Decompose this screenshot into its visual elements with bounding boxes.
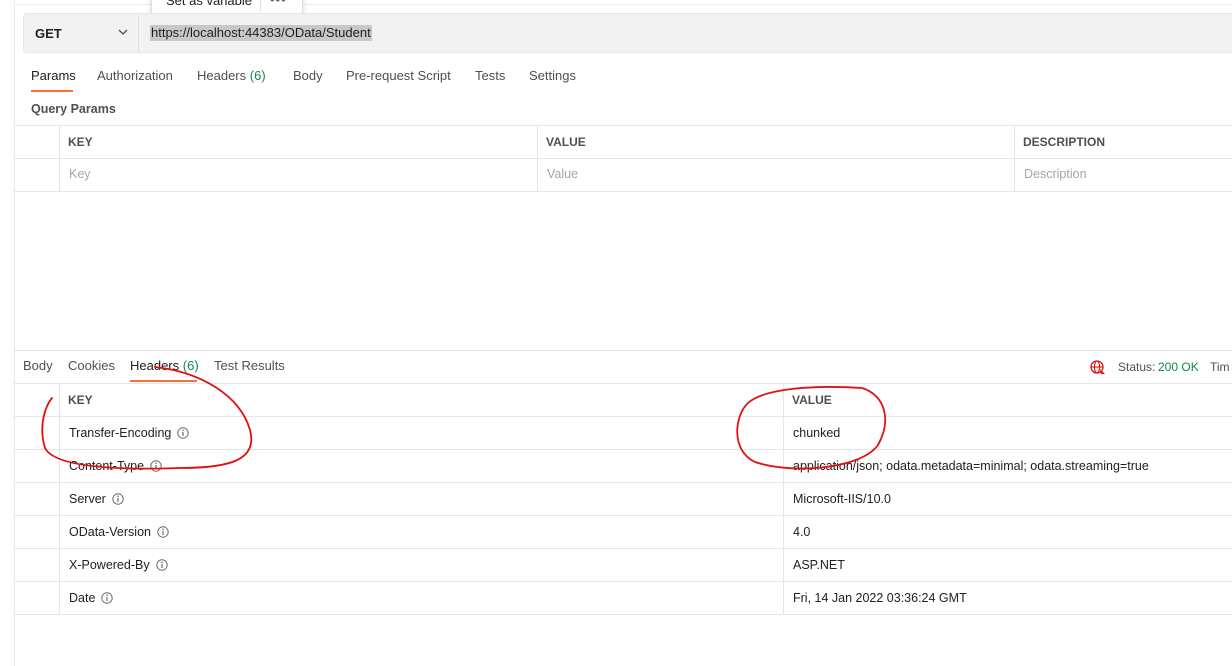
column-header-key: KEY <box>68 393 93 407</box>
tab-pre-request-script[interactable]: Pre-request Script <box>346 68 451 83</box>
table-row: X-Powered-By <box>69 558 168 572</box>
header-key: Transfer-Encoding <box>69 426 172 440</box>
table-border <box>14 614 1232 615</box>
request-url-bar: GET https://localhost:44383/OData/Studen… <box>23 13 1232 53</box>
info-icon[interactable] <box>177 427 190 439</box>
response-tab-test-results[interactable]: Test Results <box>214 358 285 373</box>
response-tab-body[interactable]: Body <box>23 358 53 373</box>
active-response-tab-indicator <box>130 380 197 382</box>
tab-label: Tests <box>475 68 506 83</box>
info-icon[interactable] <box>101 592 114 604</box>
status-value: 200 OK <box>1158 360 1199 374</box>
chevron-down-icon <box>118 29 128 35</box>
table-border <box>59 125 60 191</box>
tab-label: Pre-request Script <box>346 68 451 83</box>
column-header-key: KEY <box>68 135 93 149</box>
table-row: Transfer-Encoding <box>69 426 190 440</box>
left-sidebar-strip <box>0 0 15 666</box>
more-options-icon[interactable]: ••• <box>270 0 287 13</box>
globe-icon[interactable] <box>1090 359 1106 375</box>
tab-label: Body <box>293 68 323 83</box>
key-input[interactable]: Key <box>69 167 91 181</box>
response-tab-cookies[interactable]: Cookies <box>68 358 115 373</box>
table-row: Date <box>69 591 114 605</box>
tab-label: Headers <box>130 358 180 373</box>
table-border <box>14 482 1232 483</box>
status-label: Status: <box>1118 360 1156 374</box>
tab-tests[interactable]: Tests <box>475 68 505 83</box>
column-header-value: VALUE <box>546 135 586 149</box>
header-value: Fri, 14 Jan 2022 03:36:24 GMT <box>793 591 967 605</box>
time-label: Tim <box>1210 360 1230 374</box>
tab-label: Body <box>23 358 53 373</box>
column-header-description: DESCRIPTION <box>1023 135 1106 149</box>
table-border <box>14 416 1232 417</box>
table-border <box>14 515 1232 516</box>
header-value: chunked <box>793 426 841 440</box>
url-input[interactable]: https://localhost:44383/OData/Student <box>150 25 372 41</box>
tab-headers[interactable]: Headers (6) <box>197 68 266 83</box>
table-border <box>14 383 1232 384</box>
table-border <box>14 581 1232 582</box>
red-annotation-marks <box>41 366 887 470</box>
pane-resize-handle[interactable] <box>14 350 1232 351</box>
method-select[interactable]: GET <box>24 14 139 52</box>
table-border <box>14 158 1232 159</box>
tab-count-badge: (6) <box>182 358 199 373</box>
table-row: Server <box>69 492 124 506</box>
column-header-value: VALUE <box>792 393 832 407</box>
info-icon[interactable] <box>157 526 169 538</box>
table-row: Content-Type <box>69 459 162 473</box>
tab-params[interactable]: Params <box>31 68 76 83</box>
header-key: Content-Type <box>69 459 145 473</box>
active-tab-indicator <box>31 90 73 92</box>
info-icon[interactable] <box>112 493 124 505</box>
tab-body[interactable]: Body <box>293 68 323 83</box>
info-icon[interactable] <box>150 460 162 472</box>
table-row: OData-Version <box>69 525 169 539</box>
table-border <box>783 383 784 614</box>
header-value: ASP.NET <box>793 558 845 572</box>
table-border <box>14 191 1232 192</box>
table-border <box>59 383 60 614</box>
response-tab-headers[interactable]: Headers (6) <box>130 358 199 373</box>
header-key: Server <box>69 492 106 506</box>
header-value: application/json; odata.metadata=minimal… <box>793 459 1149 473</box>
tab-label: Cookies <box>68 358 115 373</box>
tab-label: Test Results <box>214 358 285 373</box>
header-value: Microsoft-IIS/10.0 <box>793 492 891 506</box>
method-label: GET <box>35 26 62 41</box>
tab-label: Params <box>31 68 76 83</box>
tab-authorization[interactable]: Authorization <box>97 68 173 83</box>
table-border <box>14 449 1232 450</box>
tab-settings[interactable]: Settings <box>529 68 576 83</box>
table-border <box>14 125 1232 126</box>
description-input[interactable]: Description <box>1024 167 1087 181</box>
header-key: Date <box>69 591 96 605</box>
popup-separator <box>260 0 261 11</box>
info-icon[interactable] <box>155 559 168 571</box>
tab-count-badge: (6) <box>249 68 266 83</box>
header-value: 4.0 <box>793 525 811 539</box>
table-border <box>14 548 1232 549</box>
tab-label: Headers <box>197 68 247 83</box>
table-border <box>537 125 538 191</box>
header-key: X-Powered-By <box>69 558 150 572</box>
table-border <box>1014 125 1015 191</box>
tab-label: Settings <box>529 68 576 83</box>
tab-label: Authorization <box>97 68 173 83</box>
value-input[interactable]: Value <box>547 167 578 181</box>
header-key: OData-Version <box>69 525 151 539</box>
query-params-title: Query Params <box>31 102 116 116</box>
